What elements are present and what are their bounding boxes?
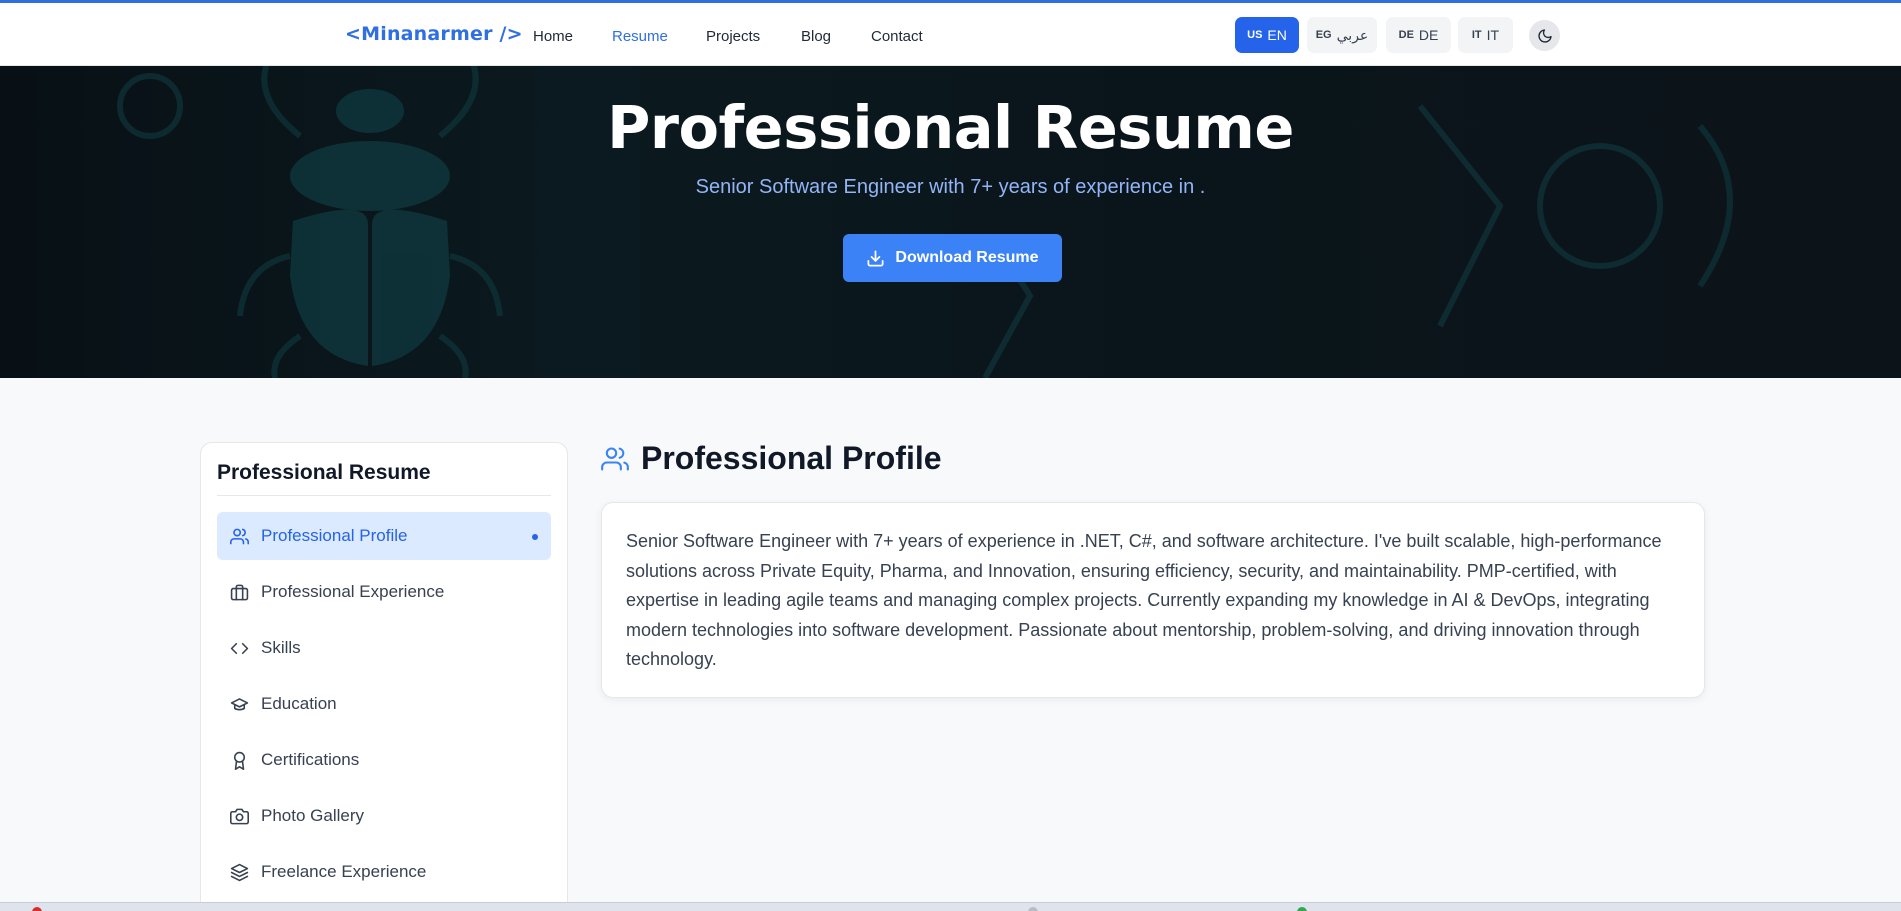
language-button-en[interactable]: US EN [1235, 17, 1299, 53]
taskbar-app-icon[interactable] [1297, 907, 1307, 911]
users-icon [229, 526, 249, 546]
graduation-cap-icon [229, 694, 249, 714]
taskbar-edge [0, 902, 1901, 911]
taskbar-app-icon[interactable] [1028, 907, 1038, 911]
moon-icon [1537, 28, 1552, 43]
nav-link-contact[interactable]: Contact [871, 28, 923, 45]
sidebar-item-freelance-experience[interactable]: Freelance Experience [217, 848, 551, 896]
language-label: EN [1267, 27, 1287, 43]
language-button-ar[interactable]: EG عربي [1307, 17, 1377, 53]
language-label: DE [1418, 27, 1439, 43]
sidebar-item-label: Skills [261, 638, 301, 657]
briefcase-icon [229, 582, 249, 602]
sidebar-item-certifications[interactable]: Certifications [217, 736, 551, 784]
layers-icon [229, 862, 249, 882]
section-header: Professional Profile [601, 440, 942, 477]
award-icon [229, 750, 249, 770]
download-icon [867, 250, 884, 266]
language-button-de[interactable]: DE DE [1386, 17, 1451, 53]
sidebar-item-professional-experience[interactable]: Professional Experience [217, 568, 551, 616]
top-navbar: <Minanarmer /> Home Resume Projects Blog… [0, 0, 1901, 66]
language-label: IT [1486, 27, 1500, 43]
sidebar-item-label: Professional Profile [261, 526, 408, 545]
sidebar-item-education[interactable]: Education [217, 680, 551, 728]
camera-icon [229, 806, 249, 826]
sidebar-title: Professional Resume [217, 461, 431, 484]
hero-subtitle: Senior Software Engineer with 7+ years o… [695, 176, 1206, 198]
sidebar-item-label: Freelance Experience [261, 862, 427, 881]
resume-sidebar: Professional Resume Professional Profile… [200, 442, 568, 911]
sidebar-item-skills[interactable]: Skills [217, 624, 551, 672]
language-label: عربي [1336, 26, 1369, 43]
de-flag-icon: DE [1398, 29, 1414, 41]
hero-banner: Professional Resume Senior Software Engi… [0, 66, 1901, 378]
taskbar-app-icon[interactable] [32, 907, 42, 911]
nav-link-projects[interactable]: Projects [706, 28, 760, 45]
it-flag-icon: IT [1471, 29, 1482, 41]
theme-toggle-button[interactable] [1529, 20, 1560, 51]
nav-link-resume[interactable]: Resume [612, 28, 668, 45]
hero-title: Professional Resume [607, 93, 1294, 162]
profile-card: Senior Software Engineer with 7+ years o… [601, 502, 1705, 698]
section-title: Professional Profile [641, 440, 942, 476]
sidebar-item-photo-gallery[interactable]: Photo Gallery [217, 792, 551, 840]
nav-link-home[interactable]: Home [533, 28, 573, 45]
download-label: Download Resume [895, 249, 1039, 266]
eg-flag-icon: EG [1315, 29, 1332, 41]
sidebar-item-label: Education [261, 694, 337, 713]
language-button-it[interactable]: IT IT [1458, 17, 1513, 53]
sidebar-item-professional-profile[interactable]: Professional Profile [217, 512, 551, 560]
sidebar-item-label: Certifications [261, 750, 360, 769]
nav-link-blog[interactable]: Blog [801, 28, 831, 45]
download-resume-button[interactable]: Download Resume [843, 234, 1062, 282]
sidebar-item-label: Photo Gallery [261, 806, 364, 825]
users-icon [601, 446, 629, 471]
sidebar-divider [217, 495, 551, 496]
active-indicator-dot [532, 534, 538, 540]
sidebar-item-label: Professional Experience [261, 582, 445, 601]
us-flag-icon: US [1247, 29, 1263, 41]
profile-summary: Senior Software Engineer with 7+ years o… [626, 531, 1662, 669]
code-icon [229, 638, 249, 658]
brand-logo[interactable]: <Minanarmer /> [345, 23, 523, 45]
